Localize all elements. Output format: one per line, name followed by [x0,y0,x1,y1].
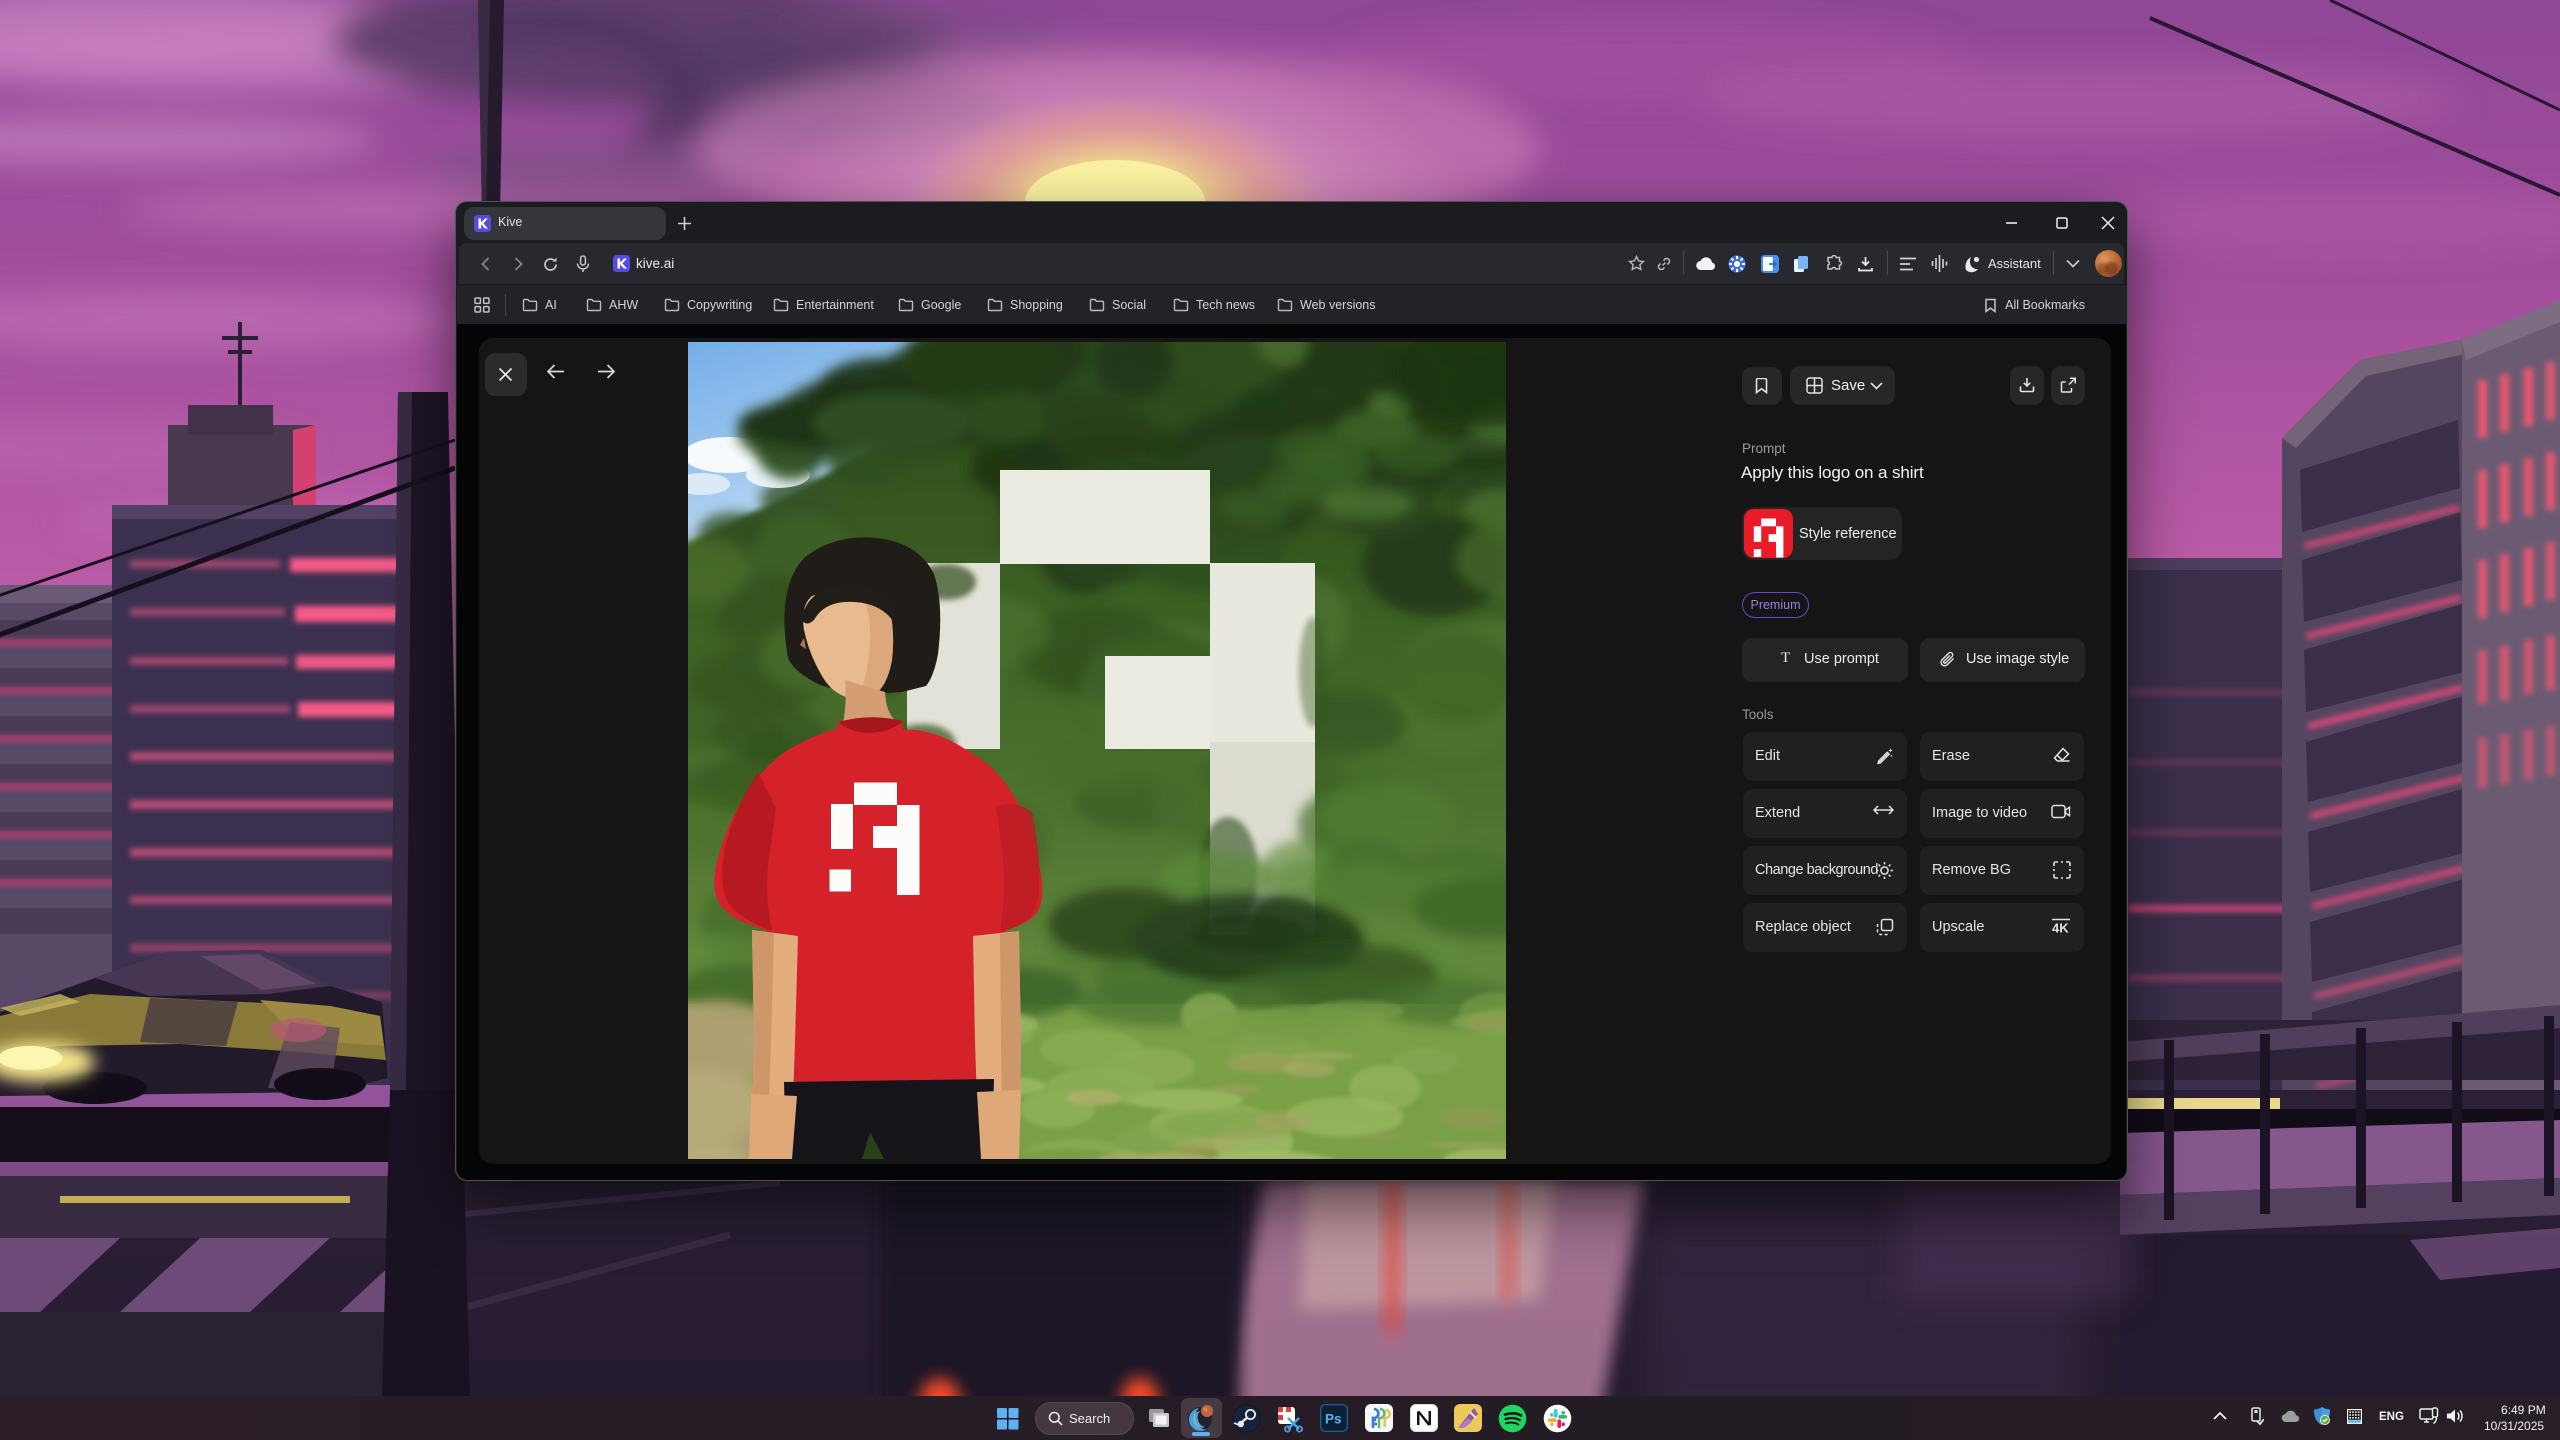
svg-text:4K: 4K [2052,921,2069,936]
svg-text:Ps: Ps [1325,1412,1342,1427]
